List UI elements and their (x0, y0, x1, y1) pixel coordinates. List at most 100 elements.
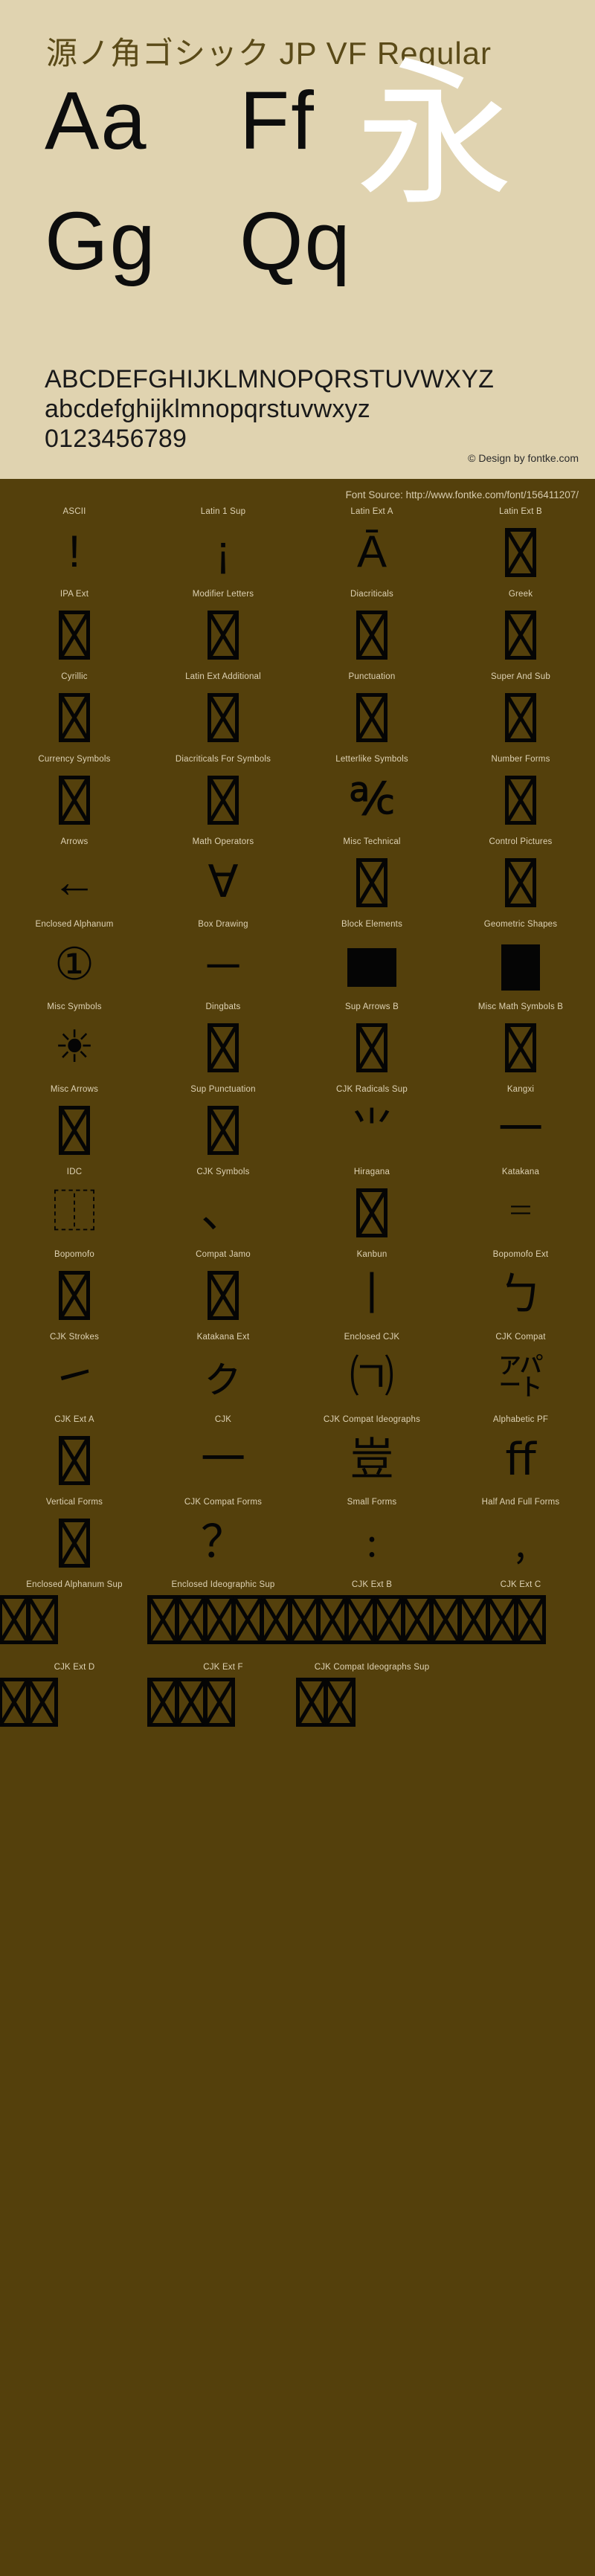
coverage-block-label: IPA Ext (0, 590, 149, 605)
block-sample-glyph (298, 1017, 446, 1076)
coverage-block-sample (446, 605, 595, 663)
coverage-block-label: ASCII (0, 507, 149, 522)
block-name: Block Elements (341, 920, 403, 929)
block-sample-glyph: 丨 (350, 1269, 394, 1319)
coverage-block-sample (0, 1513, 149, 1571)
row-spacer (0, 1406, 595, 1415)
coverage-label-row: Cyrillic Latin Ext Additional Punctuation S… (0, 672, 595, 687)
block-name: Cyrillic (61, 672, 88, 681)
block-sample-glyph: ─ (207, 939, 239, 989)
block-name: Diacriticals For Symbols (175, 755, 271, 764)
coverage-block-sample (298, 935, 446, 994)
coverage-block-sample (446, 1017, 595, 1076)
overflow-glyph-strip (296, 1678, 356, 1727)
block-name: Hiragana (353, 1168, 390, 1176)
coverage-block-label: Kangxi (446, 1085, 595, 1100)
missing-glyph-box (208, 776, 239, 825)
coverage-block-label: Misc Technical (298, 837, 446, 852)
missing-glyph-box (59, 776, 90, 825)
missing-glyph-box (208, 1106, 239, 1156)
coverage-block-label: Enclosed Alphanum (0, 920, 149, 935)
coverage-block-label: CJK (149, 1415, 298, 1430)
block-sample-glyph (446, 522, 595, 581)
sample-glyph-cjk: 永 (356, 47, 513, 223)
coverage-block-label: Misc Math Symbols B (446, 1002, 595, 1017)
sample-glyph-Aa: Aa (45, 75, 148, 167)
coverage-block-sample: ☀ (0, 1017, 149, 1076)
coverage-block-label: Katakana (446, 1168, 595, 1182)
coverage-block-sample: 豈 (298, 1430, 446, 1489)
coverage-block-sample (0, 1430, 149, 1489)
block-name: Number Forms (491, 755, 550, 764)
block-name: Sup Punctuation (190, 1085, 256, 1094)
font-source-link[interactable]: Font Source: http://www.fontke.com/font/… (346, 489, 579, 500)
block-sample-glyph: Ā (356, 527, 387, 576)
missing-glyph-box (208, 1271, 239, 1321)
coverage-glyph-row: ⺌⼀ (0, 1100, 595, 1159)
row-spacer (0, 746, 595, 755)
missing-glyph-box (505, 693, 536, 743)
row-spacer (0, 663, 595, 672)
block-sample-glyph (147, 1678, 298, 1736)
missing-glyph-box (204, 1595, 235, 1644)
coverage-label-row: IPA Ext Modifier Letters Diacriticals Greek (0, 590, 595, 605)
block-name: Misc Math Symbols B (477, 1002, 564, 1011)
coverage-block-sample (0, 770, 149, 828)
block-sample-glyph: ﬀ (505, 1434, 536, 1484)
block-sample-glyph (298, 687, 446, 746)
block-name: CJK Ext D (54, 1663, 95, 1672)
block-sample-glyph: ㇰ (201, 1352, 245, 1402)
block-name: Currency Symbols (38, 755, 111, 764)
missing-glyph-box (505, 776, 536, 825)
coverage-block-sample (149, 1265, 298, 1324)
coverage-block-sample: ← (0, 852, 149, 911)
block-name: Misc Arrows (50, 1085, 99, 1094)
coverage-block-sample (298, 852, 446, 911)
missing-glyph-box (59, 611, 90, 660)
block-sample-glyph: ← (52, 857, 97, 907)
block-sample-glyph: ☀ (54, 1022, 94, 1072)
coverage-block-label: Diacriticals (298, 590, 446, 605)
coverage-block-label: Sup Punctuation (149, 1085, 298, 1100)
coverage-block-label: CJK Ext D (0, 1663, 149, 1678)
block-name: Bopomofo Ext (492, 1250, 549, 1259)
geometric-shape (501, 944, 540, 991)
coverage-block-label: Greek (446, 590, 595, 605)
block-sample-glyph (0, 1430, 149, 1489)
coverage-block-label: Latin Ext B (446, 507, 595, 522)
block-name: Letterlike Symbols (335, 755, 408, 764)
block-sample-glyph (446, 605, 595, 663)
missing-glyph-box (356, 858, 387, 908)
block-sample-glyph (446, 1017, 595, 1076)
coverage-block-label: Latin Ext Additional (149, 672, 298, 687)
coverage-label-row: Enclosed Alphanum Sup Enclosed Ideographi… (0, 1580, 595, 1595)
coverage-block-label: Small Forms (298, 1498, 446, 1513)
coverage-glyph-row: ! ¡ Ā (0, 522, 595, 581)
coverage-block-label: Arrows (0, 837, 149, 852)
coverage-block-label: Block Elements (298, 920, 446, 935)
coverage-block-sample (298, 687, 446, 746)
block-sample-glyph (0, 1100, 149, 1159)
block-name (446, 1663, 595, 1678)
block-sample-glyph (298, 605, 446, 663)
coverage-block-sample (298, 1017, 446, 1076)
block-name: Math Operators (192, 837, 254, 846)
coverage-block-label: Dingbats (149, 1002, 298, 1017)
coverage-block-sample (149, 1017, 298, 1076)
coverage-block-label: Letterlike Symbols (298, 755, 446, 770)
missing-glyph-box (208, 611, 239, 660)
coverage-block-sample: ① (0, 935, 149, 994)
missing-glyph-box (176, 1678, 207, 1727)
coverage-block-sample: ─ (149, 935, 298, 994)
block-name: Bopomofo (54, 1250, 95, 1259)
sample-glyph-Gg: Gg (45, 196, 157, 287)
block-name: CJK Compat (495, 1333, 546, 1342)
block-name: Super And Sub (491, 672, 550, 681)
coverage-block-sample: ℀ (298, 770, 446, 828)
coverage-block-label: Diacriticals For Symbols (149, 755, 298, 770)
block-name: Misc Symbols (47, 1002, 102, 1011)
design-credit: © Design by fontke.com (468, 452, 579, 464)
block-sample-glyph: ⺌ (350, 1104, 394, 1154)
coverage-block-label: Cyrillic (0, 672, 149, 687)
block-name: IDC (66, 1168, 83, 1176)
